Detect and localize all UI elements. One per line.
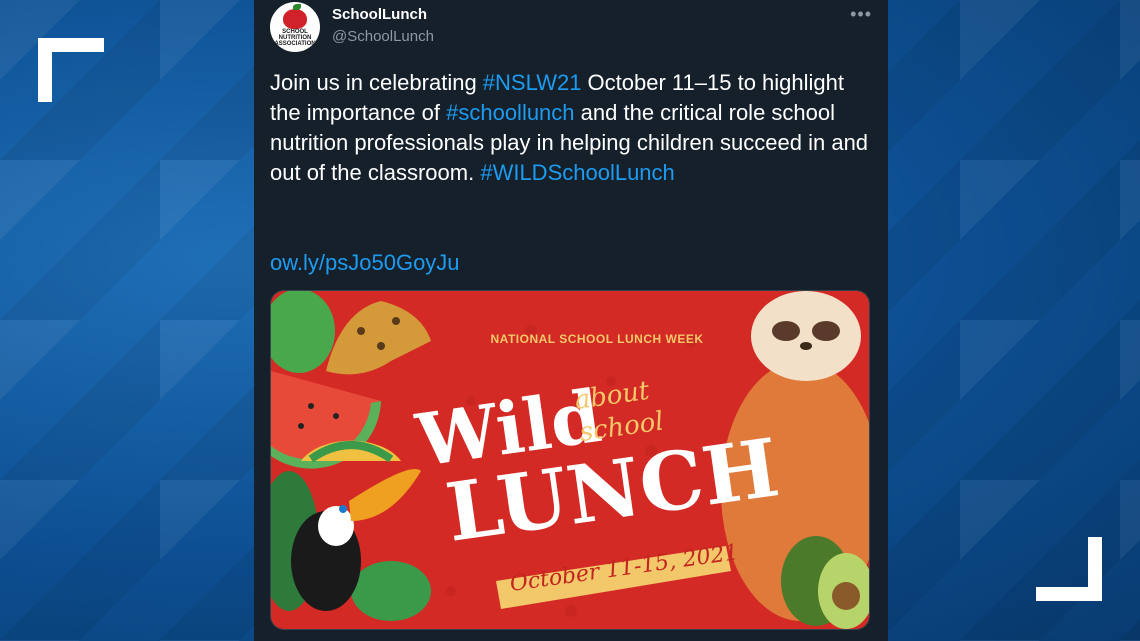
corner-bracket-top-left [38, 38, 104, 102]
more-options-icon[interactable]: ••• [850, 4, 872, 25]
hashtag-schoollunch[interactable]: #schoollunch [446, 100, 574, 125]
hashtag-nslw21[interactable]: #NSLW21 [483, 70, 582, 95]
tweet-media-image[interactable]: NATIONAL SCHOOL LUNCH WEEK Wild about sc… [270, 290, 870, 630]
tweet-card[interactable]: SCHOOL NUTRITION ASSOCIATION SchoolLunch… [254, 0, 888, 641]
avatar[interactable]: SCHOOL NUTRITION ASSOCIATION [270, 2, 320, 52]
corner-bracket-bottom-right [1036, 537, 1102, 601]
poster-header: NATIONAL SCHOOL LUNCH WEEK [491, 332, 704, 346]
apple-logo-icon [283, 9, 307, 29]
promo-poster: NATIONAL SCHOOL LUNCH WEEK Wild about sc… [271, 291, 869, 629]
tweet-header: SCHOOL NUTRITION ASSOCIATION SchoolLunch… [270, 2, 872, 52]
account-handle[interactable]: @SchoolLunch [332, 28, 434, 45]
avatar-brand-text: SCHOOL NUTRITION ASSOCIATION [274, 29, 316, 47]
account-name[interactable]: SchoolLunch [332, 6, 427, 23]
leaf-icon [293, 4, 301, 10]
tweet-link[interactable]: ow.ly/psJo50GoyJu [270, 248, 460, 278]
tweet-text: Join us in celebrating #NSLW21 October 1… [270, 70, 869, 185]
hashtag-wildschoollunch[interactable]: #WILDSchoolLunch [480, 160, 674, 185]
